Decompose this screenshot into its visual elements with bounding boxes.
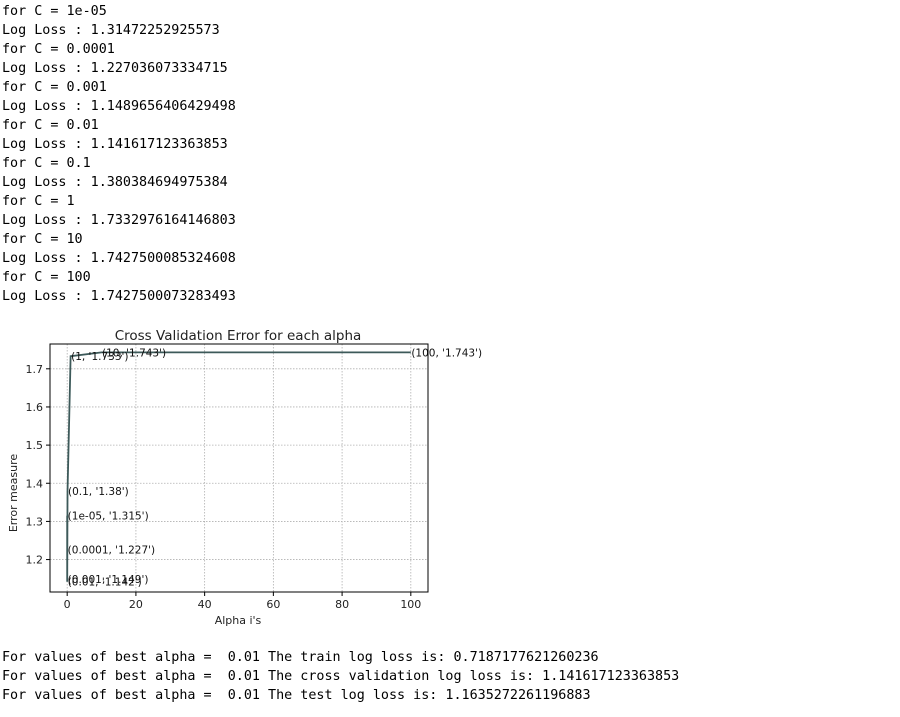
log-line: Log Loss : 1.7427500073283493 (2, 289, 236, 304)
x-axis-label: Alpha i's (215, 614, 262, 627)
y-axis-label: Error measure (7, 454, 20, 533)
x-tick-label: 60 (266, 598, 280, 611)
log-line: Log Loss : 1.7332976164146803 (2, 213, 236, 228)
log-line: Log Loss : 1.227036073334715 (2, 61, 228, 76)
point-annotation: (0.01, '1.142') (68, 577, 142, 589)
result-line: For values of best alpha = 0.01 The test… (2, 688, 591, 703)
log-line: Log Loss : 1.7427500085324608 (2, 251, 236, 266)
log-line: for C = 0.001 (2, 80, 107, 95)
x-tick-label: 20 (129, 598, 143, 611)
result-line: For values of best alpha = 0.01 The cros… (2, 669, 680, 684)
log-line: for C = 10 (2, 232, 83, 247)
y-tick-label: 1.7 (26, 363, 44, 376)
y-tick-label: 1.5 (26, 439, 44, 452)
best-alpha-results: For values of best alpha = 0.01 The trai… (2, 648, 679, 705)
point-annotation: (100, '1.743') (411, 347, 482, 359)
log-line: for C = 100 (2, 270, 91, 285)
log-line: Log Loss : 1.31472252925573 (2, 23, 220, 38)
point-annotation: (10, '1.743') (102, 347, 166, 359)
log-line: for C = 0.0001 (2, 42, 115, 57)
x-tick-label: 0 (64, 598, 71, 611)
log-line: for C = 1 (2, 194, 75, 209)
y-tick-label: 1.2 (26, 554, 44, 567)
y-tick-label: 1.3 (26, 515, 44, 528)
result-line: For values of best alpha = 0.01 The trai… (2, 650, 599, 665)
log-line: for C = 0.01 (2, 118, 99, 133)
y-tick-label: 1.4 (26, 477, 44, 490)
log-line: Log Loss : 1.380384694975384 (2, 175, 228, 190)
log-line: Log Loss : 1.141617123363853 (2, 137, 228, 152)
log-line: Log Loss : 1.1489656406429498 (2, 99, 236, 114)
point-annotation: (0.1, '1.38') (68, 486, 129, 498)
x-tick-label: 80 (335, 598, 349, 611)
chart-title: Cross Validation Error for each alpha (115, 328, 362, 344)
cv-error-chart: Cross Validation Error for each alpha Er… (7, 328, 482, 627)
point-annotation: (0.0001, '1.227') (68, 544, 155, 556)
log-line: for C = 0.1 (2, 156, 91, 171)
y-tick-label: 1.6 (26, 401, 44, 414)
training-log-output: for C = 1e-05 Log Loss : 1.31472252925573… (2, 2, 236, 306)
point-annotation: (1e-05, '1.315') (68, 511, 149, 523)
x-tick-label: 100 (400, 598, 421, 611)
log-line: for C = 1e-05 (2, 4, 107, 19)
x-tick-label: 40 (198, 598, 212, 611)
